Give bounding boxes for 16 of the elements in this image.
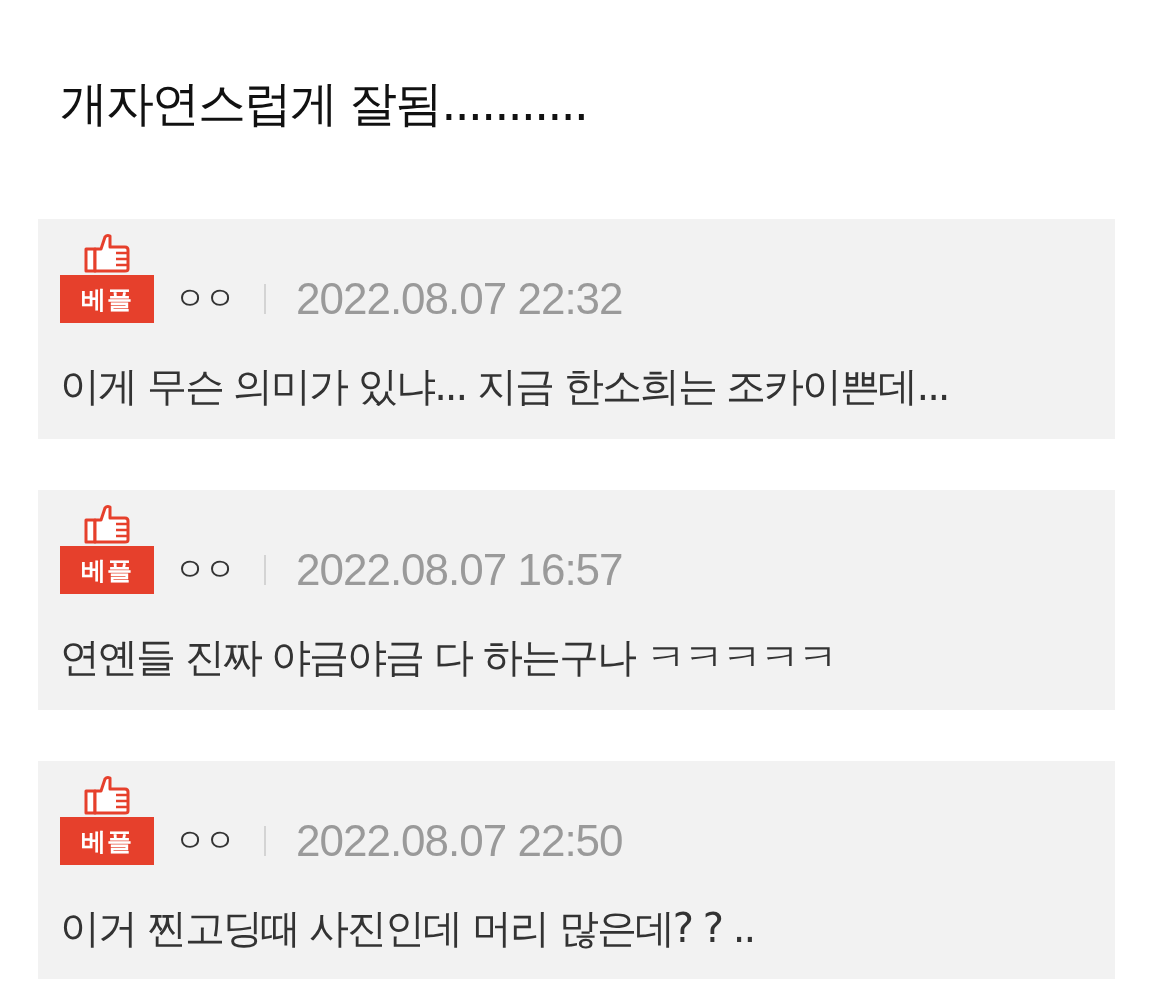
author-name: ㅇㅇ [174,820,234,861]
comment-date: 2022.08.07 16:57 [296,545,623,595]
best-comment-badge: 베플 [60,275,154,323]
post-title: 개자연스럽게 잘됨........... [60,74,589,133]
comment-text: 이거 찐고딩때 사진인데 머리 많은데? ? .. [60,904,756,953]
thumbs-up-icon [83,775,131,815]
thumbs-up-icon [83,504,131,544]
comment-text: 연옌들 진짜 야금야금 다 하는구나 ㅋㅋㅋㅋㅋ [60,633,837,682]
comment-date: 2022.08.07 22:50 [296,816,623,866]
thumbs-up-icon [83,233,131,273]
author-name: ㅇㅇ [174,549,234,590]
comment-text: 이게 무슨 의미가 있냐... 지금 한소희는 조카이쁜데... [60,362,950,411]
comment-date: 2022.08.07 22:32 [296,274,623,324]
best-comment-badge: 베플 [60,817,154,865]
best-comment-badge: 베플 [60,546,154,594]
author-name: ㅇㅇ [174,278,234,319]
